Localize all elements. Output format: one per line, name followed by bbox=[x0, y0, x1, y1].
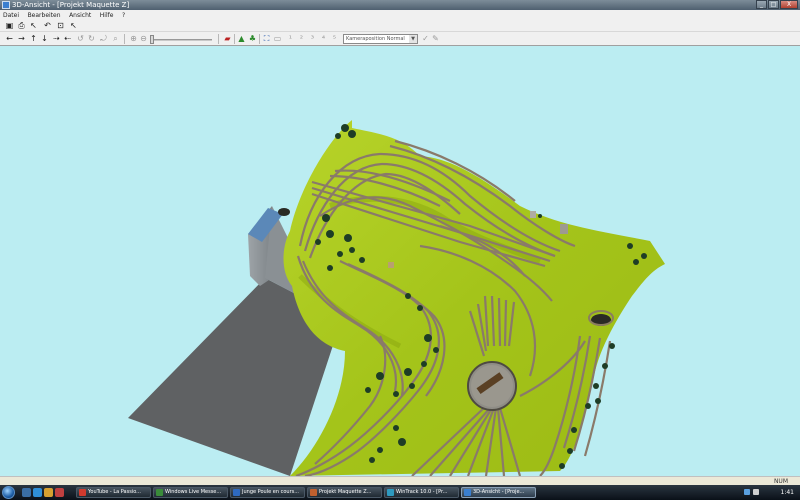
app-icon bbox=[2, 1, 10, 9]
start-button[interactable] bbox=[2, 486, 15, 499]
internet-explorer-icon[interactable] bbox=[33, 488, 42, 497]
taskbar: YouTube - La Passio... Windows Live Mess… bbox=[0, 485, 800, 500]
tilt-icon[interactable]: ⤾ bbox=[99, 34, 108, 43]
folder-icon[interactable] bbox=[44, 488, 53, 497]
maximize-button[interactable]: □ bbox=[768, 0, 779, 9]
speed-slider-track bbox=[150, 39, 212, 41]
view-4-icon[interactable]: ³ bbox=[308, 34, 317, 43]
view-5-icon[interactable]: ⁴ bbox=[319, 34, 328, 43]
task-messenger[interactable]: Windows Live Messe... bbox=[153, 487, 228, 498]
small-building bbox=[530, 211, 536, 218]
move-back-icon[interactable]: ⇠ bbox=[63, 34, 72, 43]
task-label: Windows Live Messe... bbox=[165, 489, 222, 495]
checkmark-icon[interactable]: ✓ bbox=[421, 34, 430, 43]
undo-icon[interactable]: ↶ bbox=[43, 21, 52, 30]
toolbar-separator bbox=[234, 34, 235, 44]
show-desktop-icon[interactable] bbox=[22, 488, 31, 497]
task-youtube[interactable]: YouTube - La Passio... bbox=[76, 487, 151, 498]
task-label: YouTube - La Passio... bbox=[88, 489, 141, 495]
print-icon[interactable]: ⎙ bbox=[17, 21, 26, 30]
train-icon[interactable]: ▰ bbox=[223, 34, 232, 43]
help-pointer-icon[interactable]: ↖ bbox=[69, 21, 78, 30]
tunnel-portal bbox=[278, 208, 290, 216]
toolbar-separator bbox=[259, 34, 260, 44]
3d-viewport[interactable] bbox=[0, 46, 800, 476]
view-1-icon[interactable]: ▭ bbox=[273, 34, 282, 43]
edit-icon[interactable]: ✎ bbox=[431, 34, 440, 43]
zoom-in-icon[interactable]: ⊕ bbox=[129, 34, 138, 43]
zoom-icon[interactable]: ⌕ bbox=[111, 34, 120, 43]
rotate-right-icon[interactable]: ↻ bbox=[87, 34, 96, 43]
close-button[interactable]: X bbox=[780, 0, 798, 9]
arrow-up-icon[interactable]: ↑ bbox=[29, 34, 38, 43]
view-2-icon[interactable]: ¹ bbox=[286, 34, 295, 43]
small-building bbox=[388, 262, 394, 268]
landscape-icon[interactable]: ▲ bbox=[237, 34, 246, 43]
arrow-right-icon[interactable]: → bbox=[17, 34, 26, 43]
window-controls: _ □ X bbox=[755, 0, 798, 10]
save-icon[interactable]: ▣ bbox=[5, 21, 14, 30]
toolbar-separator bbox=[218, 34, 219, 44]
task-label: WinTrack 10.0 - [Pr... bbox=[396, 489, 448, 495]
camera-position-value: Kameraposition Normal bbox=[346, 36, 405, 42]
move-forward-icon[interactable]: ⇢ bbox=[52, 34, 61, 43]
task-project[interactable]: Projekt Maquette Z... bbox=[307, 487, 382, 498]
chat-icon bbox=[233, 489, 240, 496]
status-bar: NUM bbox=[0, 476, 800, 485]
toolbar-separator bbox=[124, 34, 125, 44]
toolbar-navigation: ← → ↑ ↓ ⇢ ⇠ ↺ ↻ ⤾ ⌕ ⊕ ⊖ ▰ ▲ ♣ ⛶ ▭ ¹ ² ³ … bbox=[0, 32, 800, 46]
browser-icon bbox=[79, 489, 86, 496]
title-bar: 3D-Ansicht - [Projekt Maquette Z] _ □ X bbox=[0, 0, 800, 10]
volume-icon[interactable] bbox=[753, 489, 759, 495]
camera-icon[interactable]: ⊡ bbox=[56, 21, 65, 30]
trees-icon[interactable]: ♣ bbox=[248, 34, 257, 43]
layout-render bbox=[128, 120, 665, 476]
network-icon[interactable] bbox=[744, 489, 750, 495]
rotate-left-icon[interactable]: ↺ bbox=[76, 34, 85, 43]
window-title: 3D-Ansicht - [Projekt Maquette Z] bbox=[12, 1, 130, 9]
wintrack-icon bbox=[387, 489, 394, 496]
chevron-down-icon: ▼ bbox=[409, 35, 417, 43]
media-player-icon[interactable] bbox=[55, 488, 64, 497]
task-3d-view[interactable]: 3D-Ansicht - [Proje... bbox=[461, 487, 536, 498]
menu-bar: Datei Bearbeiten Ansicht Hilfe ? bbox=[0, 10, 800, 19]
system-tray: 1:41 bbox=[740, 485, 800, 500]
3d-view-icon bbox=[464, 489, 471, 496]
toolbar-file: ▣ ⎙ ↖ ↶ ⊡ ↖ bbox=[0, 19, 800, 32]
task-label: Projekt Maquette Z... bbox=[319, 489, 372, 495]
task-label: 3D-Ansicht - [Proje... bbox=[473, 489, 525, 495]
fit-view-icon[interactable]: ⛶ bbox=[262, 34, 271, 43]
task-junge[interactable]: Junge Poule en cours... bbox=[230, 487, 305, 498]
clock[interactable]: 1:41 bbox=[781, 485, 794, 500]
document-icon bbox=[310, 489, 317, 496]
small-building bbox=[560, 224, 568, 234]
view-3-icon[interactable]: ² bbox=[297, 34, 306, 43]
task-label: Junge Poule en cours... bbox=[242, 489, 300, 495]
cursor-icon[interactable]: ↖ bbox=[29, 21, 38, 30]
messenger-icon bbox=[156, 489, 163, 496]
task-wintrack[interactable]: WinTrack 10.0 - [Pr... bbox=[384, 487, 459, 498]
speed-slider[interactable] bbox=[150, 35, 154, 44]
camera-position-select[interactable]: Kameraposition Normal ▼ bbox=[343, 34, 418, 44]
zoom-out-icon[interactable]: ⊖ bbox=[139, 34, 148, 43]
minimize-button[interactable]: _ bbox=[756, 0, 767, 9]
view-6-icon[interactable]: ⁵ bbox=[330, 34, 339, 43]
arrow-down-icon[interactable]: ↓ bbox=[40, 34, 49, 43]
arrow-left-icon[interactable]: ← bbox=[5, 34, 14, 43]
